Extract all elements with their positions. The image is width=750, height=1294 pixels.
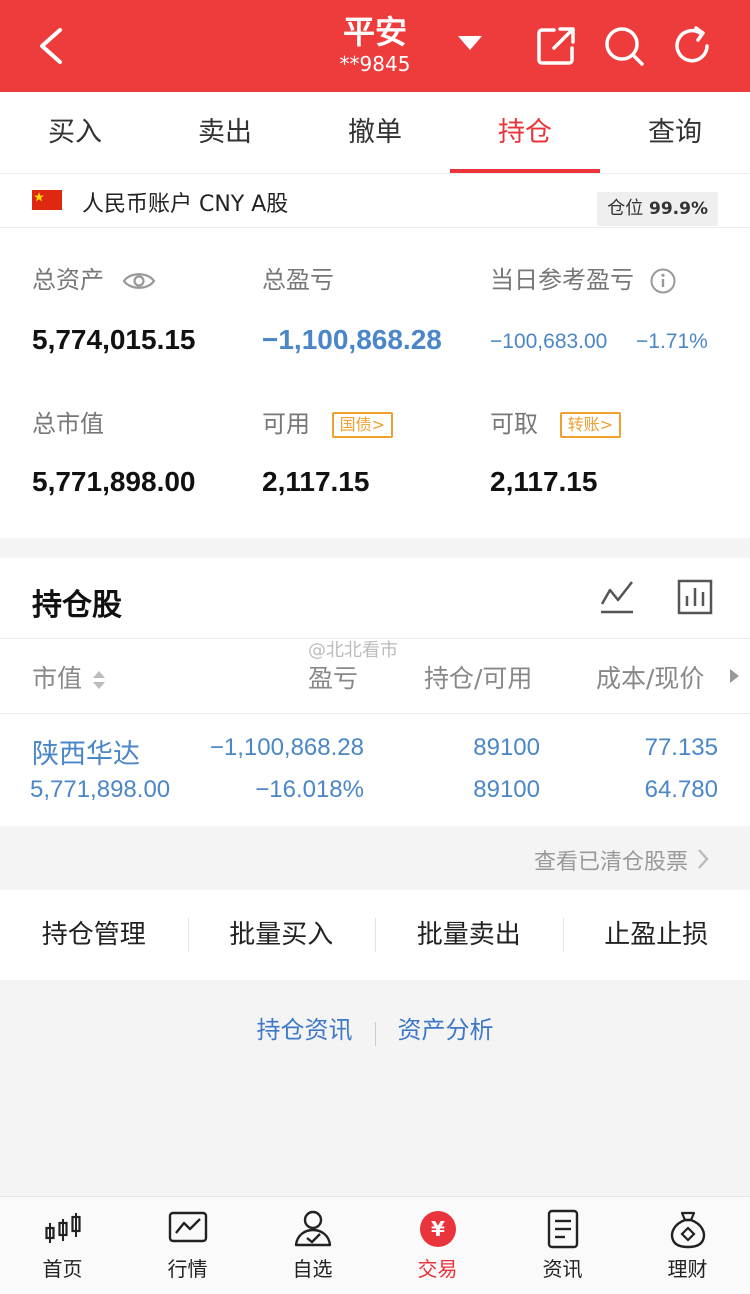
dropdown-caret-icon[interactable] xyxy=(458,36,482,50)
chevron-right-icon xyxy=(698,849,709,869)
today-pl-label-text: 当日参考盈亏 xyxy=(490,266,634,294)
positions-title: 持仓股 xyxy=(32,588,122,623)
nav-watchlist[interactable]: 自选 xyxy=(250,1197,375,1294)
tab-query[interactable]: 查询 xyxy=(600,92,750,173)
nav-watchlist-label: 自选 xyxy=(292,1257,333,1281)
stock-cost: 77.135 xyxy=(644,734,718,761)
today-pl-label: 当日参考盈亏 xyxy=(490,260,676,295)
nav-home-label: 首页 xyxy=(42,1257,83,1281)
user-check-icon xyxy=(294,1210,331,1247)
market-value-value: 5,771,898.00 xyxy=(32,466,196,497)
scroll-right-icon[interactable] xyxy=(728,667,740,685)
broker-title: 平安 xyxy=(342,13,407,51)
available-value: 2,117.15 xyxy=(262,466,370,497)
svg-text:¥: ¥ xyxy=(431,1217,445,1241)
transfer-tag-button[interactable]: 转账> xyxy=(559,412,622,438)
nav-news-label: 资讯 xyxy=(542,1257,583,1281)
stock-pl-pct: −16.018% xyxy=(255,776,364,803)
position-label: 仓位 xyxy=(607,198,644,219)
nav-market-label: 行情 xyxy=(167,1257,208,1281)
stock-holding: 89100 xyxy=(473,734,540,761)
line-chart-icon[interactable] xyxy=(598,578,636,616)
nav-market[interactable]: 行情 xyxy=(125,1197,250,1294)
stock-name: 陕西华达 xyxy=(32,739,140,769)
nav-wealth-label: 理财 xyxy=(667,1257,708,1281)
total-pl-label: 总盈亏 xyxy=(262,266,334,294)
document-icon xyxy=(547,1209,578,1249)
position-ratio-badge: 仓位 99.9% xyxy=(597,192,718,226)
trade-tabs: 买入 卖出 撤单 持仓 查询 xyxy=(0,92,750,174)
position-value: 99.9% xyxy=(649,199,708,219)
nav-news[interactable]: 资讯 xyxy=(500,1197,625,1294)
withdrawable-label-text: 可取 xyxy=(490,410,538,438)
col-pl[interactable]: 盈亏 xyxy=(308,659,358,695)
today-pl-value: −100,683.00 xyxy=(490,330,608,353)
withdrawable-value: 2,117.15 xyxy=(490,466,598,497)
bond-tag-button[interactable]: 国债> xyxy=(331,412,394,438)
stock-market-value: 5,771,898.00 xyxy=(30,776,171,803)
sort-icon xyxy=(92,671,105,689)
money-bag-icon xyxy=(670,1211,705,1249)
col-market-value[interactable]: 市值 xyxy=(32,659,106,695)
account-summary: 人民币账户 CNY A股 仓位 99.9% 总资产 总盈亏 当日参考盈亏 5,7… xyxy=(0,174,750,538)
position-actions: 持仓管理 批量买入 批量卖出 止盈止损 xyxy=(0,890,750,980)
col-cost-price[interactable]: 成本/现价 xyxy=(596,659,704,695)
col-market-value-text: 市值 xyxy=(32,664,83,693)
stock-available: 89100 xyxy=(473,776,540,803)
nav-wealth[interactable]: 理财 xyxy=(625,1197,750,1294)
market-value-label: 总市值 xyxy=(32,410,104,438)
info-icon[interactable] xyxy=(650,268,676,294)
search-icon[interactable] xyxy=(602,24,646,68)
total-assets-value: 5,774,015.15 xyxy=(32,324,196,355)
eye-icon[interactable] xyxy=(122,270,156,292)
china-flag-icon xyxy=(32,190,62,210)
bottom-links: 持仓资讯 资产分析 xyxy=(0,1000,750,1060)
account-selector[interactable]: 平安 **9845 xyxy=(300,12,450,76)
available-label: 可用 国债> xyxy=(262,404,394,439)
nav-home[interactable]: 首页 xyxy=(0,1197,125,1294)
positions-column-header: 市值 盈亏 持仓/可用 成本/现价 xyxy=(0,638,750,714)
stock-pl: −1,100,868.28 xyxy=(209,734,364,761)
position-news-link[interactable]: 持仓资讯 xyxy=(235,1000,375,1060)
chart-icon xyxy=(168,1211,207,1243)
nav-trade[interactable]: ¥ 交易 xyxy=(375,1197,500,1294)
withdrawable-label: 可取 转账> xyxy=(490,404,622,439)
view-cleared-text: 查看已清仓股票 xyxy=(533,850,688,875)
total-assets-label: 总资产 xyxy=(32,260,156,295)
tab-cancel[interactable]: 撤单 xyxy=(300,92,450,173)
bar-chart-icon[interactable] xyxy=(676,578,714,616)
today-pl-pct: −1.71% xyxy=(636,330,708,353)
back-arrow-icon[interactable] xyxy=(30,22,74,70)
tab-sell[interactable]: 卖出 xyxy=(150,92,300,173)
top-bar: 平安 **9845 xyxy=(0,0,750,92)
tab-positions[interactable]: 持仓 xyxy=(450,92,600,173)
total-assets-label-text: 总资产 xyxy=(32,266,104,294)
asset-analysis-link[interactable]: 资产分析 xyxy=(376,1000,516,1060)
nav-trade-label: 交易 xyxy=(417,1257,458,1281)
stop-profit-loss-button[interactable]: 止盈止损 xyxy=(562,890,750,980)
view-cleared-stocks-link[interactable]: 查看已清仓股票 xyxy=(0,826,750,890)
available-label-text: 可用 xyxy=(262,410,310,438)
refresh-icon[interactable] xyxy=(670,24,714,68)
positions-card: 持仓股 @北北看市 市值 盈亏 持仓/可用 成本/现价 陕西华达 5,771,8… xyxy=(0,558,750,826)
share-icon[interactable] xyxy=(534,24,578,68)
batch-sell-button[interactable]: 批量卖出 xyxy=(375,890,563,980)
total-pl-value: −1,100,868.28 xyxy=(262,324,442,355)
tab-buy[interactable]: 买入 xyxy=(0,92,150,173)
bottom-nav: 首页 行情 自选 ¥ 交易 资讯 理财 xyxy=(0,1196,750,1294)
candlestick-icon xyxy=(44,1213,81,1243)
account-name: 人民币账户 CNY A股 xyxy=(82,192,289,217)
manage-positions-button[interactable]: 持仓管理 xyxy=(0,890,188,980)
stock-price: 64.780 xyxy=(644,776,718,803)
account-row: 人民币账户 CNY A股 仓位 99.9% xyxy=(0,174,750,228)
yuan-icon: ¥ xyxy=(419,1211,456,1247)
col-holding[interactable]: 持仓/可用 xyxy=(424,659,532,695)
account-number: **9845 xyxy=(339,52,411,76)
batch-buy-button[interactable]: 批量买入 xyxy=(187,890,376,980)
